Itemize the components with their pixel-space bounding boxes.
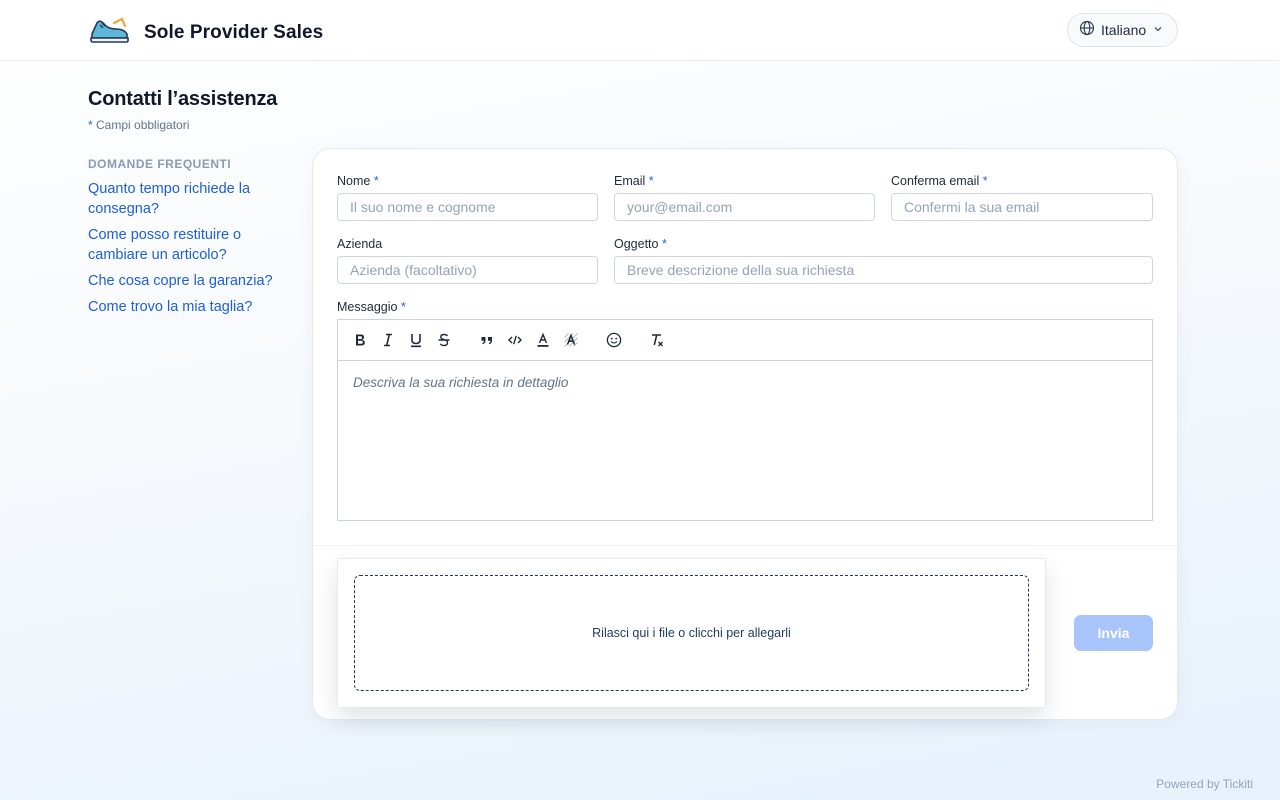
confirm-email-label: Conferma email * <box>891 174 988 188</box>
name-field[interactable] <box>337 193 598 221</box>
form-divider <box>313 545 1177 546</box>
chevron-down-icon <box>1153 21 1163 39</box>
message-placeholder: Descriva la sua richiesta in dettaglio <box>353 375 569 390</box>
file-dropzone[interactable]: Rilasci qui i file o clicchi per allegar… <box>354 575 1029 691</box>
bold-icon[interactable] <box>348 329 372 351</box>
name-label: Nome * <box>337 174 379 188</box>
editor-toolbar <box>338 320 1152 361</box>
contact-form-card: Nome * Email * Conferma email * Azienda … <box>312 148 1178 720</box>
company-label: Azienda <box>337 237 383 251</box>
email-field[interactable] <box>614 193 875 221</box>
faq-link-delivery[interactable]: Quanto tempo richiede la consegna? <box>88 179 288 219</box>
dropzone-text: Rilasci qui i file o clicchi per allegar… <box>592 626 791 640</box>
faq-panel: DOMANDE FREQUENTI Quanto tempo richiede … <box>88 157 288 323</box>
faq-link-size[interactable]: Come trovo la mia taglia? <box>88 297 288 317</box>
emoji-icon[interactable] <box>602 329 626 351</box>
confirm-email-field[interactable] <box>891 193 1153 221</box>
language-selector[interactable]: Italiano <box>1067 13 1178 47</box>
faq-link-warranty[interactable]: Che cosa copre la garanzia? <box>88 271 288 291</box>
subject-field[interactable] <box>614 256 1153 284</box>
submit-button[interactable]: Invia <box>1074 615 1153 651</box>
message-editor[interactable]: Descriva la sua richiesta in dettaglio <box>337 319 1153 521</box>
clear-format-icon[interactable] <box>645 329 669 351</box>
globe-icon <box>1079 20 1095 41</box>
required-note-text: Campi obbligatori <box>96 118 190 132</box>
quote-icon[interactable] <box>475 329 499 351</box>
strikethrough-icon[interactable] <box>432 329 456 351</box>
page-title: Contatti l’assistenza <box>88 88 278 110</box>
message-label: Messaggio * <box>337 300 406 314</box>
faq-link-returns[interactable]: Come posso restituire o cambiare un arti… <box>88 225 288 265</box>
required-fields-note: * Campi obbligatori <box>88 118 189 132</box>
email-label: Email * <box>614 174 654 188</box>
code-icon[interactable] <box>503 329 527 351</box>
italic-icon[interactable] <box>376 329 400 351</box>
company-field[interactable] <box>337 256 598 284</box>
powered-by[interactable]: Powered by Tickiti <box>1156 777 1253 791</box>
attachment-panel: Rilasci qui i file o clicchi per allegar… <box>337 558 1046 708</box>
sneaker-logo-icon <box>88 14 130 51</box>
brand[interactable]: Sole Provider Sales <box>88 14 323 51</box>
required-marker: * <box>88 118 93 132</box>
highlight-icon[interactable] <box>559 329 583 351</box>
subject-label: Oggetto * <box>614 237 667 251</box>
faq-title: DOMANDE FREQUENTI <box>88 157 232 171</box>
underline-icon[interactable] <box>404 329 428 351</box>
top-bar: Sole Provider Sales Italiano <box>0 0 1280 61</box>
text-color-icon[interactable] <box>531 329 555 351</box>
language-label: Italiano <box>1101 22 1147 38</box>
brand-name: Sole Provider Sales <box>144 21 324 43</box>
